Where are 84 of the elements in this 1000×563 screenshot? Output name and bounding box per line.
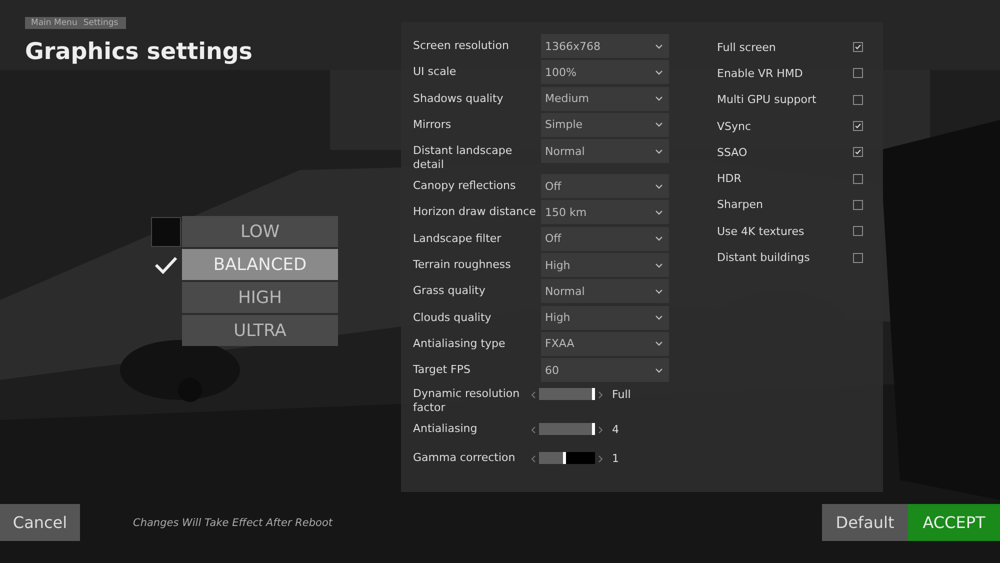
default-button[interactable]: Default — [822, 504, 908, 541]
chevron-down-icon — [655, 148, 663, 154]
dropdown[interactable]: 100% — [541, 60, 669, 84]
setting-label: Multi GPU support — [717, 93, 816, 106]
accept-button[interactable]: ACCEPT — [908, 504, 1000, 541]
chevron-down-icon — [655, 368, 663, 373]
checkbox[interactable] — [853, 42, 863, 52]
dropdown[interactable]: Normal — [541, 279, 669, 304]
checkbox[interactable] — [853, 200, 863, 210]
checkbox[interactable] — [853, 252, 863, 263]
checkbox[interactable] — [853, 68, 863, 78]
setting-label: HDR — [717, 172, 742, 186]
chevron-down-icon — [655, 288, 663, 294]
checkbox[interactable] — [853, 147, 863, 158]
setting-label: Horizon draw distance — [413, 204, 537, 220]
dropdown[interactable]: Off — [541, 174, 669, 198]
chevron-down-icon — [655, 315, 663, 320]
slider-track[interactable] — [539, 388, 595, 400]
slider-track[interactable] — [539, 422, 595, 435]
setting-label: Sharpen — [717, 198, 763, 212]
chevron-down-icon — [655, 184, 663, 189]
chevron-down-icon — [655, 122, 663, 128]
setting-label: Distant buildings — [717, 251, 810, 264]
breadcrumb-item[interactable]: Main Menu — [31, 18, 78, 28]
setting-label: Use 4K textures — [717, 224, 804, 238]
dropdown[interactable]: High — [541, 253, 669, 278]
setting-label: Target FPS — [413, 362, 472, 378]
setting-label: Antialiasing type — [413, 336, 506, 352]
dropdown[interactable]: Off — [541, 226, 669, 251]
slider-track[interactable] — [539, 452, 595, 464]
setting-label: Full screen — [717, 40, 776, 54]
dropdown[interactable]: 150 km — [541, 200, 669, 224]
chevron-down-icon — [655, 341, 663, 346]
chevron-left-icon[interactable] — [531, 390, 536, 399]
reboot-note: Changes Will Take Effect After Reboot — [133, 516, 332, 528]
dropdown[interactable]: High — [541, 306, 669, 330]
checkbox[interactable] — [853, 174, 863, 184]
setting-label: UI scale — [413, 64, 458, 80]
preset-button[interactable]: LOW — [182, 216, 338, 247]
chevron-right-icon[interactable] — [598, 454, 603, 463]
checkbox[interactable] — [853, 226, 863, 236]
chevron-down-icon — [655, 96, 663, 102]
checkbox[interactable] — [853, 94, 863, 105]
chevron-down-icon — [655, 44, 663, 48]
chevron-down-icon — [655, 210, 663, 215]
dropdown[interactable]: 1366x768 — [541, 34, 669, 58]
slider-value: 1 — [612, 452, 619, 465]
setting-label: Distant landscape detail — [413, 143, 514, 172]
setting-label: Clouds quality — [413, 310, 492, 326]
chevron-left-icon[interactable] — [531, 454, 536, 463]
checkbox[interactable] — [853, 121, 863, 132]
cancel-button[interactable]: Cancel — [0, 504, 80, 541]
setting-label: Gamma correction — [413, 450, 516, 466]
preset-button[interactable]: HIGH — [182, 282, 338, 313]
slider-thumb[interactable] — [592, 422, 595, 435]
slider-thumb[interactable] — [592, 388, 595, 400]
dropdown[interactable]: Simple — [541, 112, 669, 137]
setting-label: Mirrors — [413, 116, 452, 133]
chevron-down-icon — [655, 262, 663, 268]
preset-button[interactable]: ULTRA — [182, 315, 338, 346]
page-title: Graphics settings — [25, 39, 252, 65]
setting-label: Dynamic resolution factor — [413, 386, 521, 415]
slider-value: Full — [612, 388, 631, 401]
slider-value: 4 — [612, 422, 619, 436]
chevron-down-icon — [655, 70, 663, 75]
setting-label: VSync — [717, 120, 752, 133]
preset-button[interactable]: BALANCED — [182, 249, 338, 280]
setting-label: Canopy reflections — [413, 178, 517, 194]
dropdown[interactable]: Medium — [541, 86, 669, 111]
setting-label: SSAO — [717, 146, 748, 159]
slider-thumb[interactable] — [562, 452, 566, 464]
chevron-down-icon — [655, 236, 663, 242]
setting-label: Screen resolution — [413, 38, 510, 54]
setting-label: Antialiasing — [413, 420, 478, 437]
setting-label: Grass quality — [413, 283, 486, 300]
breadcrumb-item[interactable]: Settings — [83, 18, 118, 28]
dropdown[interactable]: Normal — [541, 139, 669, 164]
setting-label: Shadows quality — [413, 90, 504, 107]
setting-label: Terrain roughness — [413, 257, 512, 274]
setting-label: Enable VR HMD — [717, 66, 803, 80]
chevron-left-icon[interactable] — [531, 426, 536, 434]
setting-label: Landscape filter — [413, 230, 502, 247]
dropdown[interactable]: FXAA — [541, 332, 669, 356]
dropdown[interactable]: 60 — [541, 358, 669, 382]
